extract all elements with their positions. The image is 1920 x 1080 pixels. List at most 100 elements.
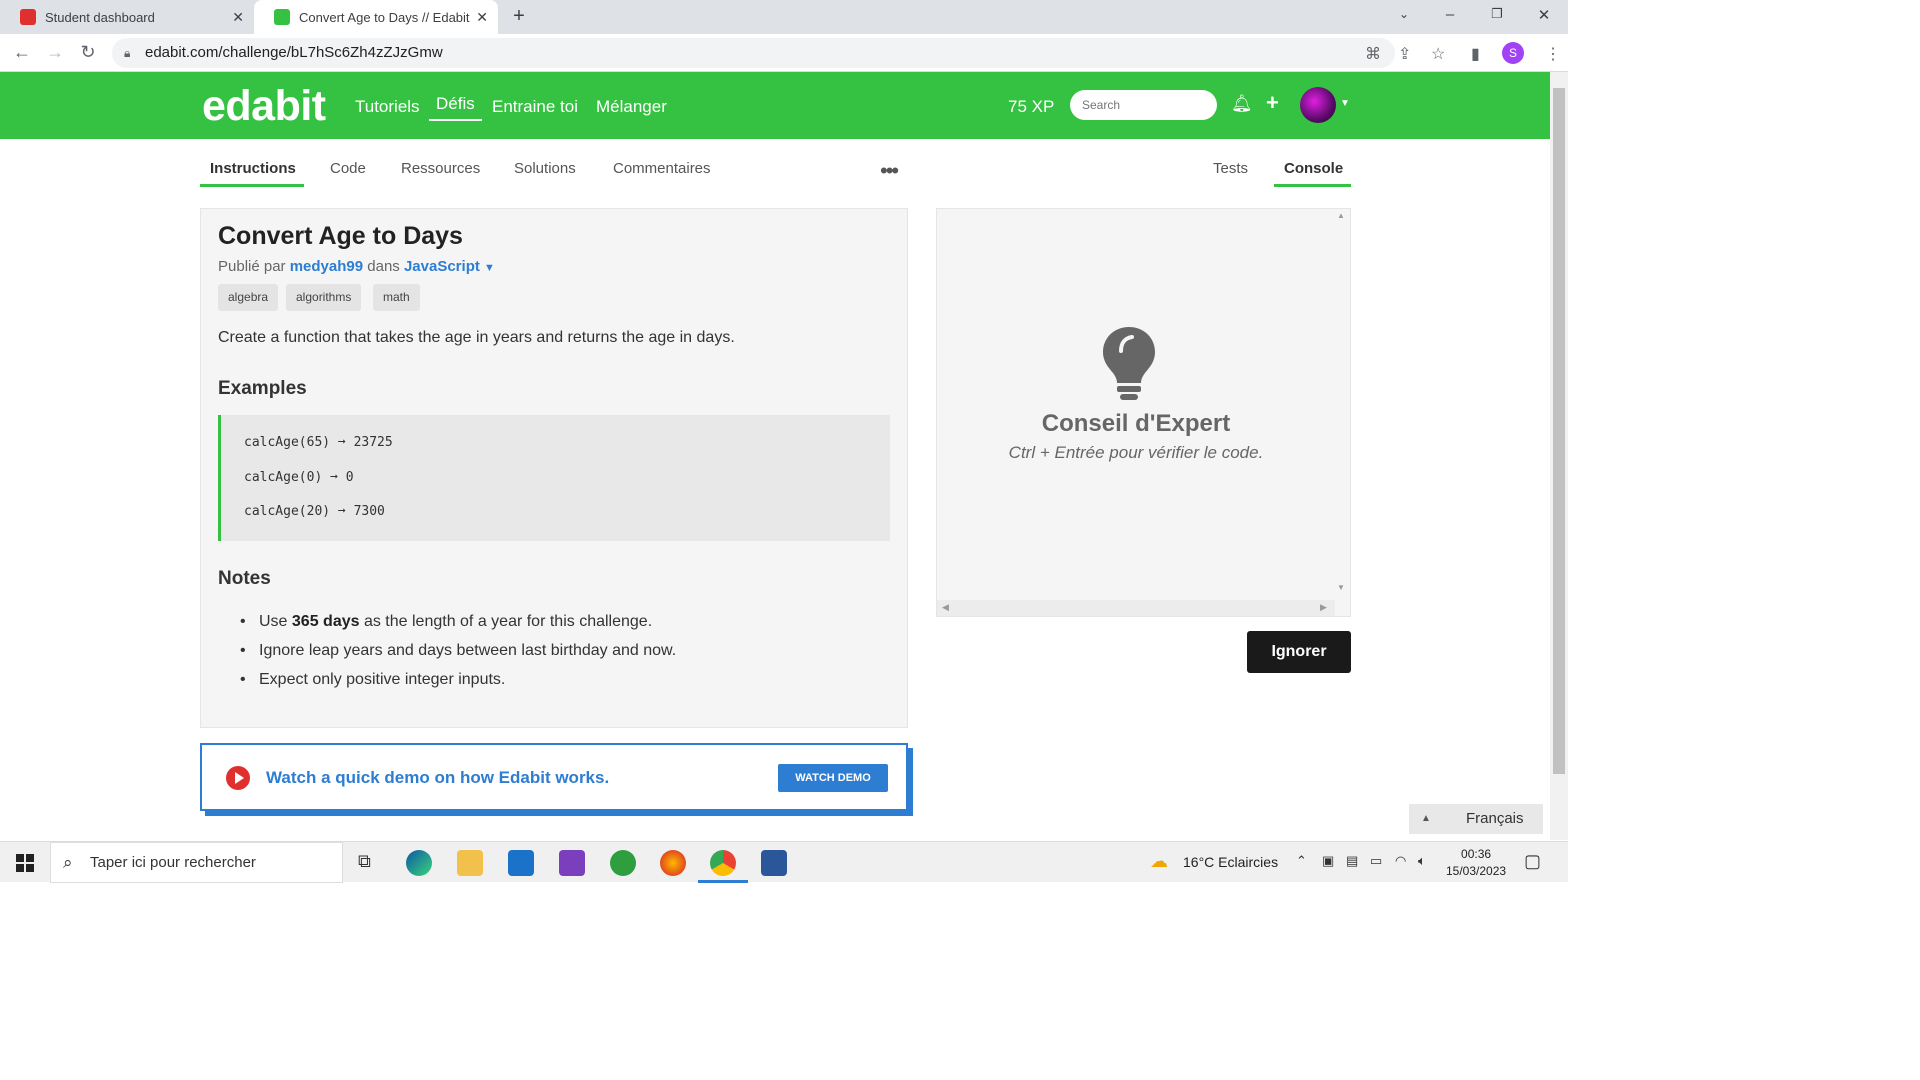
- nav-defis[interactable]: Défis: [429, 94, 482, 121]
- close-window-icon[interactable]: ✕: [1534, 6, 1554, 24]
- tab-commentaires[interactable]: Commentaires: [613, 160, 711, 177]
- watch-demo-button[interactable]: WATCH DEMO: [778, 764, 888, 792]
- scroll-left-arrow-icon[interactable]: ◀: [942, 602, 949, 613]
- chevron-up-icon[interactable]: ⌃: [1296, 853, 1307, 869]
- tab-search-chevron-icon[interactable]: ⌄: [1394, 7, 1414, 21]
- browser-tab-convert-age[interactable]: Convert Age to Days // Edabit ✕: [254, 0, 498, 34]
- tab-console[interactable]: Console: [1284, 160, 1343, 177]
- profile-avatar[interactable]: S: [1502, 42, 1524, 64]
- back-icon[interactable]: ←: [11, 42, 33, 63]
- author-link[interactable]: medyah99: [290, 258, 363, 275]
- challenge-title: Convert Age to Days: [218, 222, 463, 250]
- meet-icon[interactable]: ▣: [1322, 853, 1334, 869]
- tag-math[interactable]: math: [373, 284, 420, 311]
- note-text: Expect only positive integer inputs.: [259, 671, 506, 688]
- mail-icon[interactable]: [508, 850, 534, 876]
- browser-toolbar: ← → ↻ 🔒︎ edabit.com/challenge/bL7hSc6Zh4…: [0, 34, 1568, 72]
- active-tab-underline: [1274, 184, 1351, 187]
- firefox-icon[interactable]: [660, 850, 686, 876]
- scroll-up-arrow-icon[interactable]: ▲: [1337, 211, 1345, 220]
- bookmark-star-icon[interactable]: ☆: [1431, 44, 1445, 64]
- word-icon[interactable]: [761, 850, 787, 876]
- published-prefix: Publié par: [218, 258, 286, 275]
- active-tab-underline: [200, 184, 304, 187]
- examples-heading: Examples: [218, 378, 307, 399]
- display-icon[interactable]: ▤: [1346, 853, 1358, 869]
- browser-menu-icon[interactable]: ⋮: [1545, 44, 1561, 64]
- vertical-scrollbar[interactable]: ▲ ▼: [1334, 209, 1350, 601]
- volume-icon[interactable]: 🔈︎: [1418, 853, 1426, 869]
- search-input[interactable]: [1070, 90, 1217, 120]
- lock-icon: 🔒︎: [124, 46, 131, 60]
- tag-algorithms[interactable]: algorithms: [286, 284, 362, 311]
- examples-code-block: calcAge(65) ➞ 23725 calcAge(0) ➞ 0 calcA…: [218, 415, 890, 541]
- close-tab-icon[interactable]: ✕: [476, 9, 488, 26]
- task-view-icon[interactable]: ⧉: [358, 851, 371, 872]
- create-plus-icon[interactable]: +: [1266, 90, 1279, 116]
- notification-bell-icon[interactable]: 🔔︎: [1231, 94, 1253, 114]
- console-panel: Conseil d'Expert Ctrl + Entrée pour véri…: [936, 208, 1351, 617]
- tab-tests[interactable]: Tests: [1213, 160, 1248, 177]
- windows-taskbar: ⌕ Taper ici pour rechercher ⧉ ☁︎ 16°C Ec…: [0, 841, 1568, 883]
- taskbar-search[interactable]: ⌕ Taper ici pour rechercher: [50, 842, 343, 883]
- nav-tutoriels[interactable]: Tutoriels: [355, 97, 420, 117]
- caret-down-icon[interactable]: ▼: [1340, 98, 1350, 109]
- url-text: edabit.com/challenge/bL7hSc6Zh4zZJzGmw: [145, 44, 443, 61]
- caret-up-icon: ▲: [1421, 813, 1431, 824]
- edabit-logo[interactable]: edabit: [202, 82, 326, 131]
- example-line: calcAge(65) ➞ 23725: [244, 435, 393, 450]
- address-bar[interactable]: 🔒︎ edabit.com/challenge/bL7hSc6Zh4zZJzGm…: [112, 38, 1395, 68]
- side-panel-icon[interactable]: ▮: [1471, 44, 1480, 64]
- close-tab-icon[interactable]: ✕: [232, 9, 244, 26]
- note-bold: 365 days: [291, 613, 360, 630]
- tab-instructions[interactable]: Instructions: [210, 160, 296, 177]
- xbox-icon[interactable]: [610, 850, 636, 876]
- windows-start-icon[interactable]: [16, 854, 34, 872]
- edge-icon[interactable]: [406, 850, 432, 876]
- translate-icon[interactable]: ⌘: [1365, 44, 1381, 64]
- restore-icon[interactable]: ❐: [1487, 6, 1507, 22]
- play-icon[interactable]: [226, 766, 250, 790]
- forward-icon[interactable]: →: [44, 42, 66, 63]
- ignore-button[interactable]: Ignorer: [1247, 631, 1351, 673]
- page-scrollbar[interactable]: [1550, 72, 1568, 840]
- note-text: as the length of a year for this challen…: [359, 613, 653, 630]
- share-icon[interactable]: ⇪: [1398, 44, 1411, 64]
- note-text: Use: [259, 613, 292, 630]
- tag-algebra[interactable]: algebra: [218, 284, 279, 311]
- chrome-icon[interactable]: [710, 850, 736, 876]
- language-dropdown[interactable]: JavaScript: [404, 258, 480, 275]
- clock-time: 00:36: [1461, 847, 1492, 861]
- caret-down-icon[interactable]: ▼: [484, 262, 495, 274]
- new-tab-plus-icon[interactable]: +: [509, 5, 529, 28]
- wifi-icon[interactable]: ◠: [1395, 853, 1406, 869]
- tab-code[interactable]: Code: [330, 160, 366, 177]
- demo-text[interactable]: Watch a quick demo on how Edabit works.: [266, 768, 609, 788]
- tab-ressources[interactable]: Ressources: [401, 160, 480, 177]
- search-icon: ⌕: [63, 853, 73, 872]
- tab-solutions[interactable]: Solutions: [514, 160, 576, 177]
- battery-icon[interactable]: ▭: [1370, 853, 1382, 869]
- reload-icon[interactable]: ↻: [77, 42, 99, 63]
- horizontal-scrollbar[interactable]: ◀ ▶: [937, 600, 1335, 616]
- weather-text[interactable]: 16°C Eclaircies: [1183, 854, 1278, 870]
- notifications-icon[interactable]: ▢: [1524, 851, 1541, 872]
- system-clock[interactable]: 00:36 15/03/2023: [1446, 846, 1506, 880]
- nav-entraine-toi[interactable]: Entraine toi: [492, 97, 578, 117]
- site-header: edabit Tutoriels Défis Entraine toi Méla…: [0, 72, 1550, 139]
- more-options-icon[interactable]: •••: [880, 158, 899, 184]
- browser-tab-student-dashboard[interactable]: Student dashboard ✕: [0, 0, 254, 34]
- tab-title: Convert Age to Days // Edabit: [299, 9, 470, 25]
- edabit-favicon-icon: [274, 9, 290, 25]
- minimize-icon[interactable]: –: [1440, 6, 1460, 23]
- scroll-down-arrow-icon[interactable]: ▼: [1337, 583, 1345, 592]
- scrollbar-thumb[interactable]: [1553, 88, 1565, 774]
- tab-title: Student dashboard: [45, 9, 155, 25]
- note-text: Ignore leap years and days between last …: [259, 642, 677, 659]
- file-explorer-icon[interactable]: [457, 850, 483, 876]
- user-avatar[interactable]: [1300, 87, 1336, 123]
- nav-melanger[interactable]: Mélanger: [596, 97, 667, 117]
- app-icon[interactable]: [559, 850, 585, 876]
- scroll-right-arrow-icon[interactable]: ▶: [1320, 602, 1327, 613]
- language-selector[interactable]: ▲ Français: [1409, 804, 1543, 834]
